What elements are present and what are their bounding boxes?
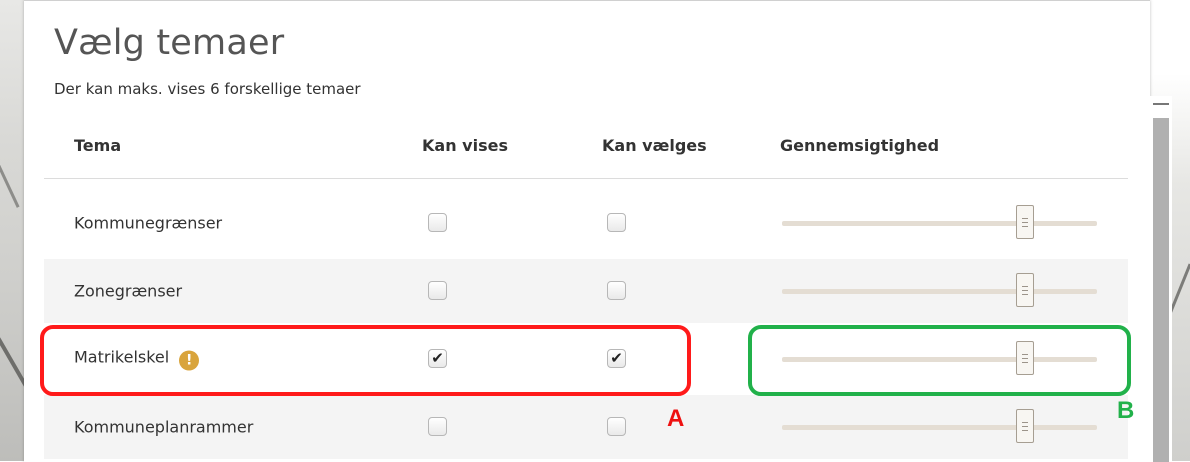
annotation-box-b bbox=[748, 325, 1131, 396]
kan-vaelges-checkbox[interactable] bbox=[607, 281, 626, 300]
column-header-tema: Tema bbox=[74, 136, 122, 155]
vertical-scrollbar[interactable] bbox=[1150, 96, 1172, 462]
page-title: Vælg temaer bbox=[54, 23, 285, 63]
table-row: Kommunegrænser bbox=[44, 191, 1128, 255]
slider-track bbox=[782, 289, 1097, 294]
map-background-left bbox=[0, 0, 24, 461]
theme-name: Zonegrænser bbox=[74, 281, 183, 301]
transparency-slider[interactable] bbox=[782, 405, 1097, 449]
kan-vises-checkbox[interactable] bbox=[428, 417, 447, 436]
slider-handle[interactable] bbox=[1016, 205, 1034, 239]
kan-vises-checkbox[interactable] bbox=[428, 281, 447, 300]
transparency-slider[interactable] bbox=[782, 201, 1097, 245]
theme-name: Kommuneplanrammer bbox=[74, 417, 254, 437]
transparency-slider[interactable] bbox=[782, 269, 1097, 313]
kan-vaelges-checkbox[interactable] bbox=[607, 213, 626, 232]
theme-name: Kommunegrænser bbox=[74, 213, 223, 233]
column-header-gennemsigtighed: Gennemsigtighed bbox=[780, 136, 940, 155]
scroll-up-icon[interactable] bbox=[1153, 96, 1169, 110]
column-header-kan-vises: Kan vises bbox=[422, 136, 508, 155]
slider-track bbox=[782, 221, 1097, 226]
annotation-box-a bbox=[40, 325, 691, 396]
table-row: Zonegrænser bbox=[44, 259, 1128, 323]
kan-vaelges-checkbox[interactable] bbox=[607, 417, 626, 436]
scroll-thumb[interactable] bbox=[1153, 118, 1169, 462]
annotation-label-a: A bbox=[667, 405, 685, 432]
column-header-kan-vaelges: Kan vælges bbox=[602, 136, 707, 155]
table-row: Kommuneplanrammer bbox=[44, 395, 1128, 459]
kan-vises-checkbox[interactable] bbox=[428, 213, 447, 232]
header-divider bbox=[44, 178, 1128, 179]
slider-handle[interactable] bbox=[1016, 273, 1034, 307]
slider-handle[interactable] bbox=[1016, 409, 1034, 443]
page-subtitle: Der kan maks. vises 6 forskellige temaer bbox=[54, 80, 361, 98]
annotation-label-b: B bbox=[1117, 397, 1135, 424]
slider-track bbox=[782, 425, 1097, 430]
